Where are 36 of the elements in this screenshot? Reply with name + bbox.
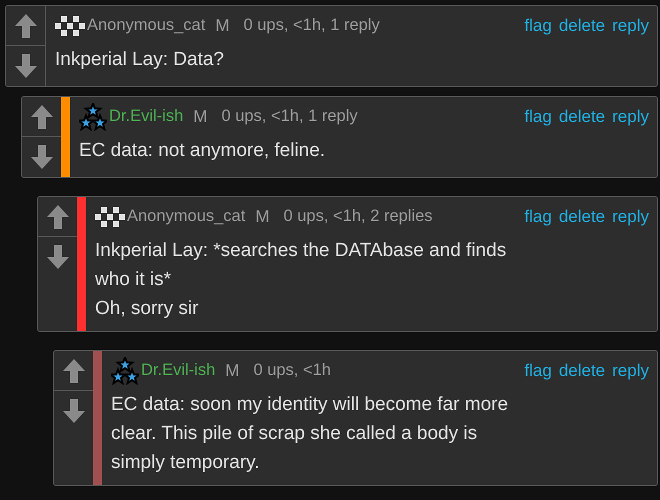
- action-link[interactable]: delete: [558, 204, 606, 230]
- action-link[interactable]: delete: [558, 104, 606, 130]
- comment-text: Inkperial Lay: *searches the DATAbase and finds who it is* Oh, sorry sir: [95, 239, 508, 321]
- action-link[interactable]: reply: [612, 12, 649, 38]
- up-arrow-icon: [62, 358, 86, 384]
- action-link[interactable]: flag: [524, 358, 552, 384]
- username-link[interactable]: Anonymous_cat: [127, 204, 246, 229]
- username-link[interactable]: Dr.Evil-ish: [141, 358, 216, 383]
- down-arrow-icon: [14, 53, 38, 79]
- down-arrow-icon: [46, 244, 70, 270]
- action-link[interactable]: flag: [524, 104, 552, 130]
- comment-text: Inkperial Lay: Data?: [55, 48, 225, 72]
- action-link[interactable]: delete: [558, 358, 606, 384]
- down-arrow-icon: [62, 398, 86, 424]
- action-link[interactable]: flag: [524, 204, 552, 230]
- up-arrow-icon: [30, 104, 54, 130]
- username-link[interactable]: Anonymous_cat: [87, 13, 206, 38]
- action-link[interactable]: delete: [558, 12, 606, 38]
- action-link[interactable]: reply: [612, 104, 649, 130]
- mod-label: M: [193, 106, 208, 128]
- comment-stats: 0 ups, <1h: [253, 360, 331, 382]
- down-arrow-icon: [30, 144, 54, 170]
- comment-stats: 0 ups, <1h, 1 reply: [244, 15, 380, 36]
- comment-stats: 0 ups, <1h, 2 replies: [284, 206, 433, 228]
- action-link[interactable]: reply: [612, 358, 649, 384]
- username-link[interactable]: Dr.Evil-ish: [109, 104, 184, 129]
- comment-stats: 0 ups, <1h, 1 reply: [221, 106, 358, 128]
- comment-text: EC data: soon my identity will become far more clear. This pile of scrap she called a body is simply temporary.: [111, 393, 510, 475]
- mod-label: M: [215, 14, 230, 37]
- up-arrow-icon: [46, 204, 70, 230]
- action-link[interactable]: flag: [524, 12, 552, 38]
- up-arrow-icon: [14, 12, 38, 38]
- comment-text: EC data: not anymore, feline.: [79, 139, 326, 163]
- mod-label: M: [225, 360, 240, 382]
- action-link[interactable]: reply: [612, 204, 649, 230]
- mod-label: M: [255, 206, 270, 228]
